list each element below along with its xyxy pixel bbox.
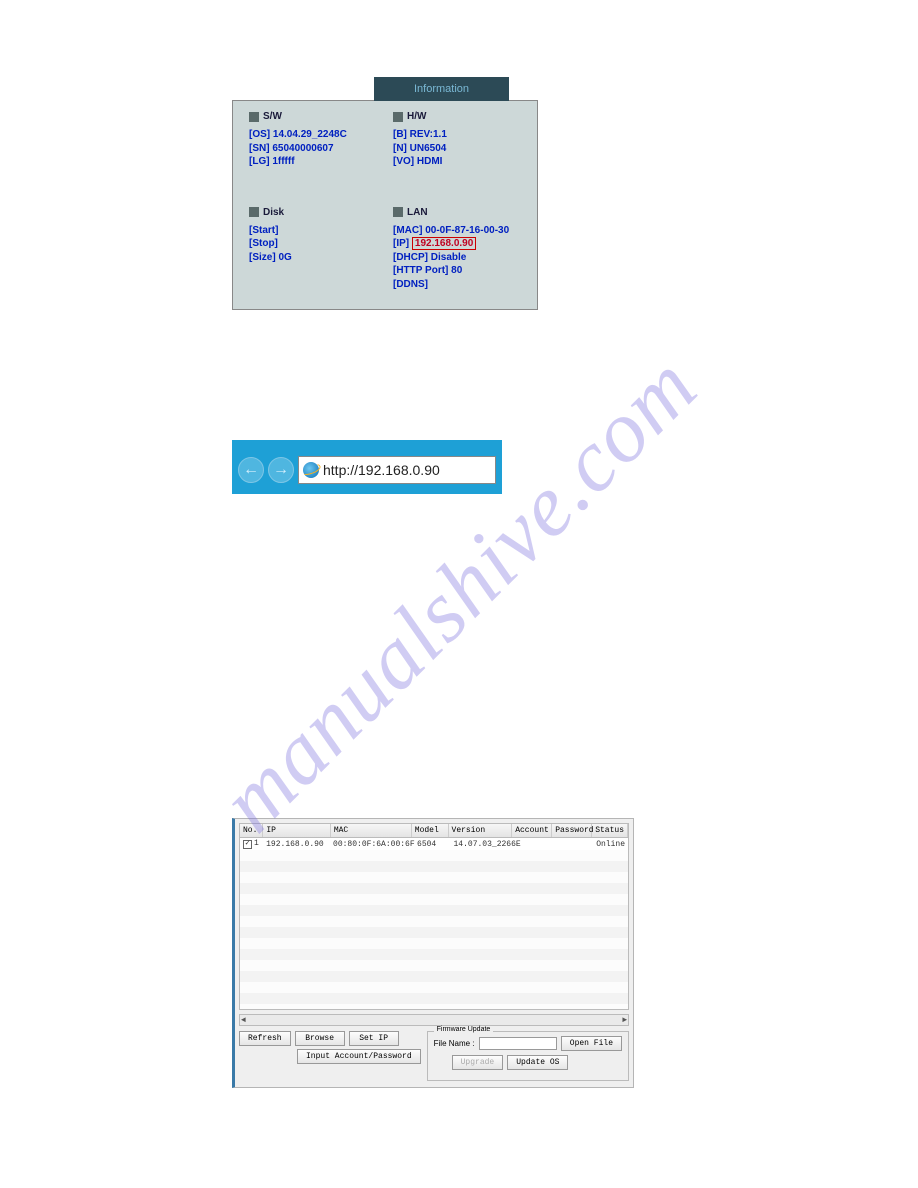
device-table: No. IP MAC Model Version Account Passwor…: [239, 823, 629, 1010]
refresh-button[interactable]: Refresh: [239, 1031, 291, 1046]
scroll-left-icon[interactable]: ◄: [241, 1016, 246, 1025]
disk-start: [Start]: [249, 224, 393, 238]
row-ip: 192.168.0.90: [263, 840, 330, 849]
update-os-button[interactable]: Update OS: [507, 1055, 568, 1070]
internet-explorer-icon: [303, 462, 319, 478]
row-checkbox[interactable]: ✓: [243, 840, 252, 849]
browser-back-button[interactable]: ←: [238, 457, 264, 483]
filename-input[interactable]: [479, 1037, 557, 1050]
square-bullet-icon: [393, 207, 403, 217]
hw-category-header: H/W: [393, 111, 537, 122]
col-mac[interactable]: MAC: [331, 824, 412, 837]
mac-value: [MAC] 00-0F-87-16-00-30: [393, 224, 537, 238]
square-bullet-icon: [249, 207, 259, 217]
disk-category-header: Disk: [249, 207, 393, 218]
col-password[interactable]: Password: [552, 824, 592, 837]
hw-label: H/W: [407, 111, 426, 122]
browser-address-bar[interactable]: http://192.168.0.90: [298, 456, 496, 484]
rev-value: [B] REV:1.1: [393, 128, 537, 142]
ddns-value: [DDNS]: [393, 278, 537, 292]
row-no-text: 1: [254, 839, 259, 848]
lan-label: LAN: [407, 207, 428, 218]
model-value: [N] UN6504: [393, 142, 537, 156]
browser-url: http://192.168.0.90: [323, 462, 440, 478]
row-status: Online: [593, 840, 628, 849]
ip-label: [IP]: [393, 238, 409, 249]
http-port-value: [HTTP Port] 80: [393, 264, 537, 278]
disk-stop: [Stop]: [249, 237, 393, 251]
arrow-right-icon: →: [273, 461, 289, 479]
input-account-password-button[interactable]: Input Account/Password: [297, 1049, 421, 1064]
ip-value-highlighted: 192.168.0.90: [412, 237, 476, 250]
col-version[interactable]: Version: [449, 824, 513, 837]
upgrade-button[interactable]: Upgrade: [452, 1055, 504, 1070]
sw-label: S/W: [263, 111, 282, 122]
table-header-row: No. IP MAC Model Version Account Passwor…: [240, 824, 628, 838]
firmware-update-group: Firmware Update File Name : Open File Up…: [427, 1031, 629, 1081]
lan-category-header: LAN: [393, 207, 537, 218]
scroll-right-icon[interactable]: ►: [622, 1016, 627, 1025]
ip-line: [IP] 192.168.0.90: [393, 237, 537, 251]
row-model: 6504: [414, 840, 450, 849]
col-no[interactable]: No.: [240, 824, 263, 837]
sn-value: [SN] 65040000607: [249, 142, 393, 156]
browse-button[interactable]: Browse: [295, 1031, 345, 1046]
filename-label: File Name :: [434, 1039, 475, 1048]
col-ip[interactable]: IP: [263, 824, 331, 837]
vo-value: [VO] HDMI: [393, 155, 537, 169]
set-ip-button[interactable]: Set IP: [349, 1031, 399, 1046]
col-model[interactable]: Model: [412, 824, 449, 837]
square-bullet-icon: [249, 112, 259, 122]
col-status[interactable]: Status: [592, 824, 628, 837]
table-row[interactable]: ✓1 192.168.0.90 00:80:0F:6A:00:6F 6504 1…: [240, 838, 628, 850]
open-file-button[interactable]: Open File: [561, 1036, 622, 1051]
row-mac: 00:80:0F:6A:00:6F: [330, 840, 414, 849]
firmware-legend: Firmware Update: [434, 1026, 494, 1033]
browser-forward-button[interactable]: →: [268, 457, 294, 483]
square-bullet-icon: [393, 112, 403, 122]
arrow-left-icon: ←: [243, 461, 259, 479]
device-scan-window: No. IP MAC Model Version Account Passwor…: [232, 818, 634, 1088]
row-no: ✓1: [240, 839, 263, 849]
browser-window-fragment: ← → http://192.168.0.90: [232, 440, 502, 494]
sw-category-header: S/W: [249, 111, 393, 122]
dhcp-value: [DHCP] Disable: [393, 251, 537, 265]
information-tab[interactable]: Information: [374, 77, 509, 101]
information-panel: Information S/W [OS] 14.04.29_2248C [SN]…: [232, 100, 538, 310]
lg-value: [LG] 1fffff: [249, 155, 393, 169]
disk-label: Disk: [263, 207, 284, 218]
horizontal-scrollbar[interactable]: ◄ ►: [239, 1014, 629, 1026]
row-version: 14.07.03_2266E: [450, 840, 516, 849]
watermark-text: manualshive.com: [201, 336, 717, 852]
disk-size: [Size] 0G: [249, 251, 393, 265]
os-value: [OS] 14.04.29_2248C: [249, 128, 393, 142]
col-account[interactable]: Account: [512, 824, 552, 837]
empty-table-area: [240, 850, 628, 1010]
